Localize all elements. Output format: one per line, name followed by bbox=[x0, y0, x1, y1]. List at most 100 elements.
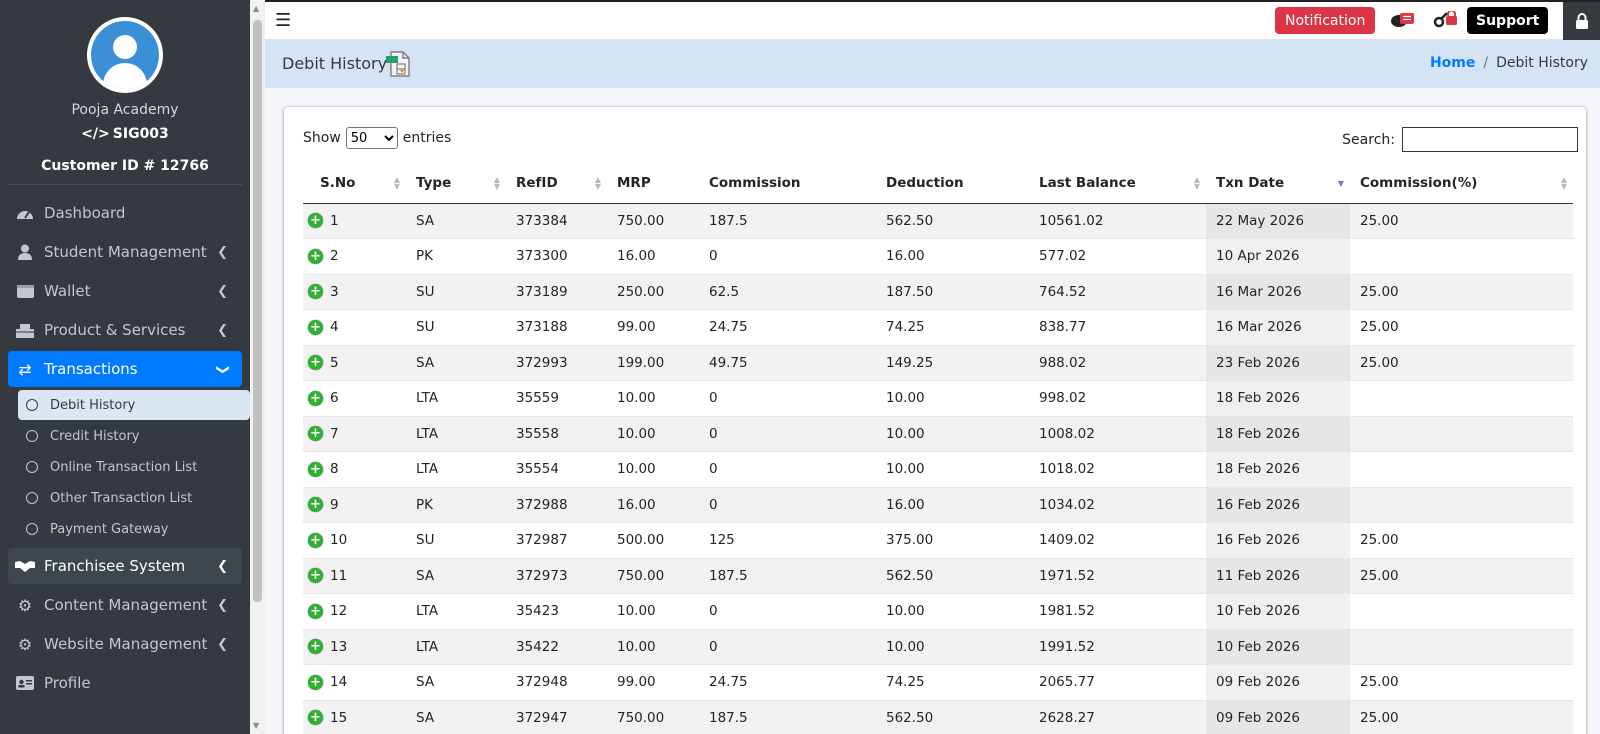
table-row[interactable]: +8 LTA 35554 10.00 0 10.00 1018.02 18 Feb 2026 bbox=[303, 451, 1573, 488]
sort-icon: ▲ ▼ bbox=[393, 175, 400, 191]
sidebar-item-content-management[interactable]: ⚙ Content Management ❮ bbox=[8, 587, 242, 623]
sidebar-item-wallet[interactable]: Wallet ❮ bbox=[8, 273, 242, 309]
expand-row-plus-icon[interactable]: + bbox=[308, 710, 323, 726]
sidebar-subitem-credit-history[interactable]: Credit History bbox=[18, 421, 250, 451]
column-header-last-balance[interactable]: Last Balance ▲ ▼ bbox=[1029, 163, 1206, 204]
expand-row-plus-icon[interactable]: + bbox=[308, 674, 323, 690]
table-row[interactable]: +1 SA 373384 750.00 187.5 562.50 10561.02 22 Ma… bbox=[303, 203, 1573, 239]
sidebar-scrollbar[interactable]: ▲ ▼ bbox=[250, 0, 265, 734]
table-row[interactable]: +15 SA 372947 750.00 187.5 562.50 2628.27 09 Fe… bbox=[303, 700, 1573, 734]
sidebar-item-product-services[interactable]: Product & Services ❮ bbox=[8, 312, 242, 348]
cell-commission: 49.75 bbox=[699, 345, 876, 381]
sidebar-item-franchisee-system[interactable]: Franchisee System ❮ bbox=[8, 548, 242, 584]
table-row[interactable]: +12 LTA 35423 10.00 0 10.00 1981.52 10 Feb 2026 bbox=[303, 593, 1573, 630]
expand-row-plus-icon[interactable]: + bbox=[308, 248, 323, 264]
expand-row-plus-icon[interactable]: + bbox=[308, 426, 323, 442]
table-row[interactable]: +14 SA 372948 99.00 24.75 74.25 2065.77 09 Feb … bbox=[303, 664, 1573, 701]
column-header-commission[interactable]: Commission bbox=[699, 163, 876, 204]
key-lock-icon[interactable] bbox=[1433, 9, 1459, 33]
breadcrumb-separator: / bbox=[1483, 55, 1489, 71]
table-row[interactable]: +11 SA 372973 750.00 187.5 562.50 1971.52 11 Fe… bbox=[303, 558, 1573, 594]
cell-commission-percent: 25.00 bbox=[1350, 558, 1573, 594]
column-header-sno[interactable]: S.No ▲ ▼ bbox=[303, 163, 406, 204]
column-header-label: Last Balance bbox=[1039, 174, 1136, 191]
column-header-refid[interactable]: RefID ▲ ▼ bbox=[506, 163, 607, 204]
cell-mrp: 10.00 bbox=[607, 380, 699, 417]
table-row[interactable]: +4 SU 373188 99.00 24.75 74.25 838.77 16 Mar 20… bbox=[303, 309, 1573, 346]
cell-refid: 35423 bbox=[506, 593, 607, 630]
subitem-label: Online Transaction List bbox=[50, 459, 198, 475]
notification-button[interactable]: Notification bbox=[1275, 7, 1376, 34]
debit-history-card: Show 50 entries Search: S.No ▲ ▼ Type ▲ ▼ Re… bbox=[284, 107, 1586, 734]
cell-last-balance: 577.02 bbox=[1029, 238, 1206, 275]
expand-row-plus-icon[interactable]: + bbox=[308, 390, 323, 406]
table-row[interactable]: +7 LTA 35558 10.00 0 10.00 1008.02 18 Feb 2026 bbox=[303, 416, 1573, 452]
support-button[interactable]: Support bbox=[1467, 7, 1549, 34]
table-row[interactable]: +10 SU 372987 500.00 125 375.00 1409.02 16 Feb … bbox=[303, 522, 1573, 559]
column-header-commission-percent[interactable]: Commission(%) ▲ ▼ bbox=[1350, 163, 1573, 204]
sidebar-subitem-debit-history[interactable]: Debit History bbox=[18, 390, 250, 420]
column-header-type[interactable]: Type ▲ ▼ bbox=[406, 163, 506, 204]
expand-row-plus-icon[interactable]: + bbox=[308, 355, 323, 371]
column-header-txn-date[interactable]: Txn Date ▼ bbox=[1206, 163, 1350, 204]
sidebar-subitem-payment-gateway[interactable]: Payment Gateway bbox=[18, 514, 250, 544]
expand-row-plus-icon[interactable]: + bbox=[308, 319, 323, 335]
table-row[interactable]: +13 LTA 35422 10.00 0 10.00 1991.52 10 Feb 2026 bbox=[303, 629, 1573, 665]
expand-row-plus-icon[interactable]: + bbox=[308, 639, 323, 655]
chevron-left-icon: ❮ bbox=[217, 322, 228, 338]
column-header-mrp[interactable]: MRP bbox=[607, 163, 699, 204]
sidebar-item-transactions[interactable]: ⇄ Transactions ❮ bbox=[8, 351, 242, 387]
sidebar-item-profile[interactable]: Profile bbox=[8, 665, 242, 701]
table-row[interactable]: +2 PK 373300 16.00 0 16.00 577.02 10 Apr 2026 bbox=[303, 238, 1573, 275]
cell-commission: 0 bbox=[699, 380, 876, 417]
cell-sno: +4 bbox=[303, 309, 406, 346]
excel-file-icon[interactable] bbox=[385, 50, 411, 82]
expand-row-plus-icon[interactable]: + bbox=[308, 497, 323, 513]
scroll-down-icon[interactable]: ▼ bbox=[253, 721, 259, 730]
cell-refid: 372993 bbox=[506, 345, 607, 381]
expand-row-plus-icon[interactable]: + bbox=[308, 603, 323, 619]
scroll-up-icon[interactable]: ▲ bbox=[253, 4, 259, 13]
cell-deduction: 10.00 bbox=[876, 380, 1029, 417]
cell-commission-percent bbox=[1350, 451, 1573, 488]
cell-last-balance: 10561.02 bbox=[1029, 203, 1206, 239]
avatar[interactable] bbox=[87, 17, 163, 93]
column-header-deduction[interactable]: Deduction bbox=[876, 163, 1029, 204]
sidebar-item-website-management[interactable]: ⚙ Website Management ❮ bbox=[8, 626, 242, 662]
table-row[interactable]: +9 PK 372988 16.00 0 16.00 1034.02 16 Feb 2026 bbox=[303, 487, 1573, 523]
table-row[interactable]: +3 SU 373189 250.00 62.5 187.50 764.52 16 Mar 2… bbox=[303, 274, 1573, 310]
cell-mrp: 16.00 bbox=[607, 487, 699, 523]
user-avatar-icon bbox=[91, 21, 159, 89]
expand-row-plus-icon[interactable]: + bbox=[308, 284, 323, 300]
cell-sno: +10 bbox=[303, 522, 406, 559]
search-input[interactable] bbox=[1402, 127, 1578, 152]
sidebar-subitem-other-transaction-list[interactable]: Other Transaction List bbox=[18, 483, 250, 513]
table-row[interactable]: +5 SA 372993 199.00 49.75 149.25 988.02 23 Feb … bbox=[303, 345, 1573, 381]
expand-row-plus-icon[interactable]: + bbox=[308, 568, 323, 584]
expand-row-plus-icon[interactable]: + bbox=[308, 213, 323, 229]
cell-refid: 373384 bbox=[506, 203, 607, 239]
expand-row-plus-icon[interactable]: + bbox=[308, 461, 323, 477]
expand-row-plus-icon[interactable]: + bbox=[308, 532, 323, 548]
cell-deduction: 10.00 bbox=[876, 451, 1029, 488]
column-header-label: MRP bbox=[617, 174, 651, 191]
cell-deduction: 10.00 bbox=[876, 629, 1029, 665]
cell-text: 15 bbox=[330, 709, 348, 726]
sidebar-item-dashboard[interactable]: Dashboard bbox=[8, 195, 242, 231]
table-row[interactable]: +6 LTA 35559 10.00 0 10.00 998.02 18 Feb 2026 bbox=[303, 380, 1573, 417]
cell-refid: 373300 bbox=[506, 238, 607, 275]
cell-text: 6 bbox=[330, 390, 339, 407]
entries-select[interactable]: 50 bbox=[345, 127, 398, 149]
cell-mrp: 10.00 bbox=[607, 451, 699, 488]
hamburger-menu-icon[interactable]: ☰ bbox=[275, 10, 291, 31]
cell-sno: +1 bbox=[303, 203, 406, 239]
sidebar-item-student-management[interactable]: Student Management ❮ bbox=[8, 234, 242, 270]
scrollbar-thumb[interactable] bbox=[253, 20, 262, 602]
breadcrumb-home-link[interactable]: Home bbox=[1430, 55, 1475, 71]
lock-button[interactable] bbox=[1563, 2, 1600, 40]
column-header-label: S.No bbox=[320, 174, 356, 191]
sidebar-subitem-online-transaction-list[interactable]: Online Transaction List bbox=[18, 452, 250, 482]
message-icon[interactable] bbox=[1390, 12, 1416, 32]
sig-code: </> SIG003 bbox=[0, 126, 250, 142]
cell-mrp: 500.00 bbox=[607, 522, 699, 559]
